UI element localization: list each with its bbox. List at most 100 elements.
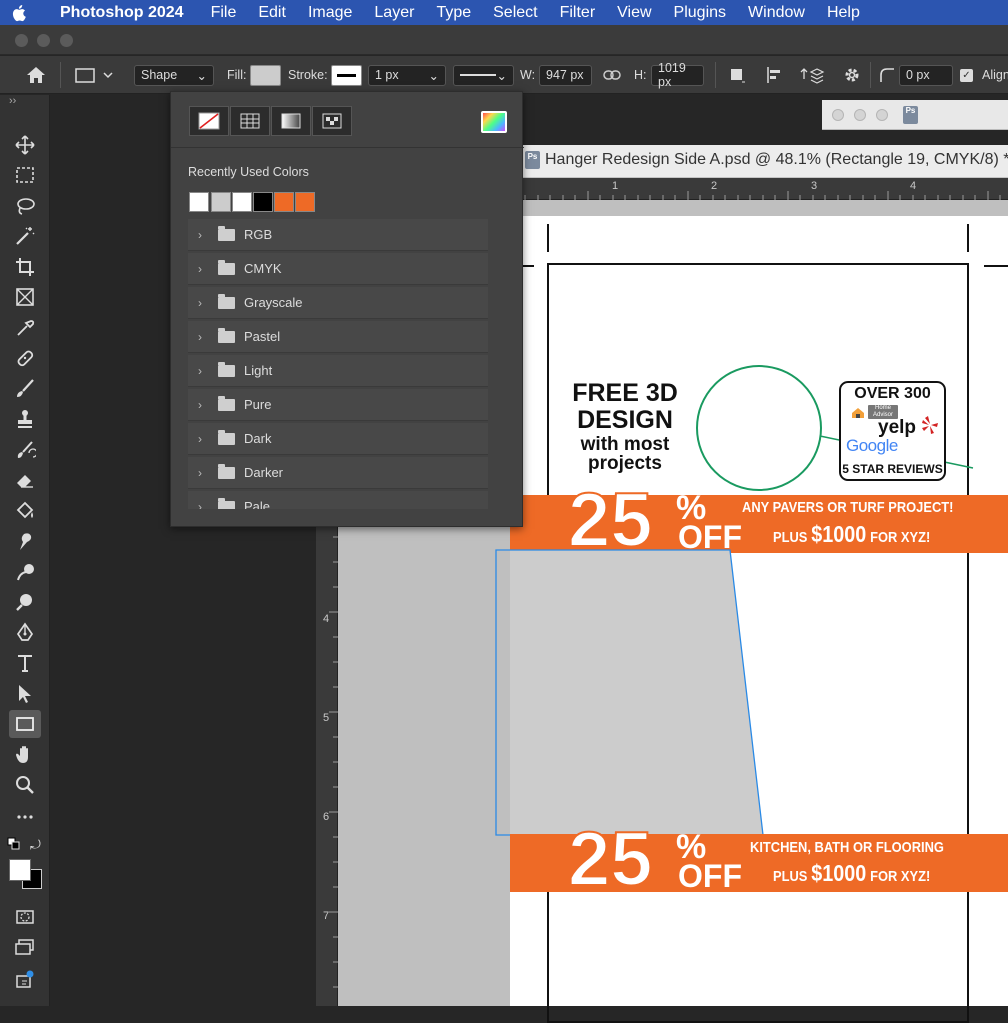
pattern-button[interactable] xyxy=(312,106,352,136)
menu-image[interactable]: Image xyxy=(297,4,363,22)
house-icon xyxy=(851,406,865,424)
quick-mask-icon[interactable] xyxy=(9,903,41,931)
gear-icon[interactable] xyxy=(843,56,861,94)
folder-darker[interactable]: › Darker xyxy=(188,457,488,489)
minimize-window-button[interactable] xyxy=(37,34,50,47)
folder-light[interactable]: › Light xyxy=(188,355,488,387)
corner-radius-field[interactable]: 0 px xyxy=(899,64,953,86)
foreground-color-swatch[interactable] xyxy=(9,859,31,881)
smudge-tool-icon[interactable] xyxy=(9,527,41,555)
lasso-tool-icon[interactable] xyxy=(9,192,41,220)
shape-mode-select[interactable]: Shape ⌄ xyxy=(134,64,214,86)
rectangle-19-shape[interactable] xyxy=(495,546,785,846)
background-doc-close-button[interactable] xyxy=(832,109,844,121)
expand-panel-icon[interactable]: ›› xyxy=(9,95,16,107)
recent-swatch[interactable] xyxy=(274,192,294,212)
folder-icon xyxy=(218,429,235,445)
path-arrangement-icon[interactable] xyxy=(800,56,826,94)
menu-type[interactable]: Type xyxy=(425,4,482,22)
more-tools-icon[interactable] xyxy=(9,803,41,831)
yelp-burst-icon xyxy=(920,414,940,441)
recent-swatch[interactable] xyxy=(189,192,209,212)
color-picker-icon[interactable] xyxy=(481,111,507,133)
type-tool-icon[interactable] xyxy=(9,649,41,677)
recent-colors-title: Recently Used Colors xyxy=(188,165,309,179)
folder-pure[interactable]: › Pure xyxy=(188,389,488,421)
menu-filter[interactable]: Filter xyxy=(549,4,607,22)
magic-wand-tool-icon[interactable] xyxy=(9,222,41,250)
promo-banner-1[interactable]: 25 % OFF ANY PAVERS OR TURF PROJECT! PLU… xyxy=(510,482,1008,560)
rectangle-tool-preset-icon[interactable] xyxy=(74,56,114,94)
crop-tool-icon[interactable] xyxy=(9,253,41,281)
swap-colors-icon[interactable]: ⤾ xyxy=(30,837,41,853)
fill-swatch[interactable] xyxy=(250,64,281,86)
close-window-button[interactable] xyxy=(15,34,28,47)
background-document-titlebar[interactable]: Ps xyxy=(822,100,1008,130)
background-doc-minimize-button[interactable] xyxy=(854,109,866,121)
clone-stamp-tool-icon[interactable] xyxy=(9,405,41,433)
height-field[interactable]: 1019 px xyxy=(651,61,704,89)
menu-app-name[interactable]: Photoshop 2024 xyxy=(40,4,200,22)
align-edges-checkbox[interactable]: ✓ xyxy=(960,68,973,82)
circle-placeholder[interactable] xyxy=(696,365,822,491)
apple-icon[interactable] xyxy=(0,4,40,22)
background-doc-zoom-button[interactable] xyxy=(876,109,888,121)
menu-window[interactable]: Window xyxy=(737,4,816,22)
marquee-tool-icon[interactable] xyxy=(9,161,41,189)
recent-swatch[interactable] xyxy=(232,192,252,212)
folder-label: Pure xyxy=(244,397,272,412)
menu-plugins[interactable]: Plugins xyxy=(663,4,737,22)
folder-rgb[interactable]: › RGB xyxy=(188,219,488,251)
menu-help[interactable]: Help xyxy=(816,4,871,22)
no-color-button[interactable] xyxy=(189,106,229,136)
share-icon[interactable] xyxy=(9,965,41,993)
path-selection-tool-icon[interactable] xyxy=(9,680,41,708)
width-field[interactable]: 947 px xyxy=(539,64,592,86)
screen-mode-icon[interactable] xyxy=(9,933,41,961)
zoom-magnifier-tool-icon[interactable] xyxy=(9,588,41,616)
stroke-swatch[interactable] xyxy=(331,64,362,86)
healing-brush-tool-icon[interactable] xyxy=(9,344,41,372)
gradient-button[interactable] xyxy=(271,106,311,136)
eyedropper-tool-icon[interactable] xyxy=(9,314,41,342)
menu-select[interactable]: Select xyxy=(482,4,548,22)
brush-tool-icon[interactable] xyxy=(9,375,41,403)
menu-file[interactable]: File xyxy=(200,4,248,22)
eraser-tool-icon[interactable] xyxy=(9,466,41,494)
menu-layer[interactable]: Layer xyxy=(363,4,425,22)
recent-swatch[interactable] xyxy=(253,192,273,212)
stroke-width-field[interactable]: 1 px ⌄ xyxy=(368,64,446,86)
folder-pastel[interactable]: › Pastel xyxy=(188,321,488,353)
folder-grayscale[interactable]: › Grayscale xyxy=(188,287,488,319)
promo-banner-2[interactable]: 25 % OFF KITCHEN, BATH OR FLOORING PLUS … xyxy=(510,821,1008,899)
folder-label: Pale xyxy=(244,499,271,509)
recent-swatch[interactable] xyxy=(211,192,231,212)
folder-icon xyxy=(218,395,235,411)
hand-tool-icon[interactable] xyxy=(9,741,41,769)
zoom-window-button[interactable] xyxy=(60,34,73,47)
frame-tool-icon[interactable] xyxy=(9,283,41,311)
menu-edit[interactable]: Edit xyxy=(247,4,297,22)
history-brush-tool-icon[interactable] xyxy=(9,436,41,464)
chevron-right-icon: › xyxy=(198,261,202,276)
menu-view[interactable]: View xyxy=(606,4,662,22)
default-colors-icon[interactable] xyxy=(7,837,21,856)
folder-cmyk[interactable]: › CMYK xyxy=(188,253,488,285)
home-icon[interactable] xyxy=(25,56,47,94)
canvas-artboard[interactable]: FREE 3D DESIGN with most projects OVER 3… xyxy=(495,216,1008,1023)
move-tool-icon[interactable] xyxy=(9,131,41,159)
pen-tool-icon[interactable] xyxy=(9,619,41,647)
solid-color-button[interactable] xyxy=(230,106,270,136)
stroke-type-select[interactable]: ⌄ xyxy=(453,64,514,86)
rectangle-tool-icon[interactable] xyxy=(9,710,41,738)
path-alignment-icon[interactable] xyxy=(765,56,785,94)
dodge-tool-icon[interactable] xyxy=(9,558,41,586)
zoom-tool-icon[interactable] xyxy=(9,771,41,799)
path-operations-icon[interactable] xyxy=(728,56,748,94)
folder-pale[interactable]: › Pale xyxy=(188,491,488,509)
folder-dark[interactable]: › Dark xyxy=(188,423,488,455)
link-icon[interactable] xyxy=(603,56,621,94)
fill-label: Fill: xyxy=(227,68,247,82)
recent-swatch[interactable] xyxy=(295,192,315,212)
paint-bucket-tool-icon[interactable] xyxy=(9,497,41,525)
